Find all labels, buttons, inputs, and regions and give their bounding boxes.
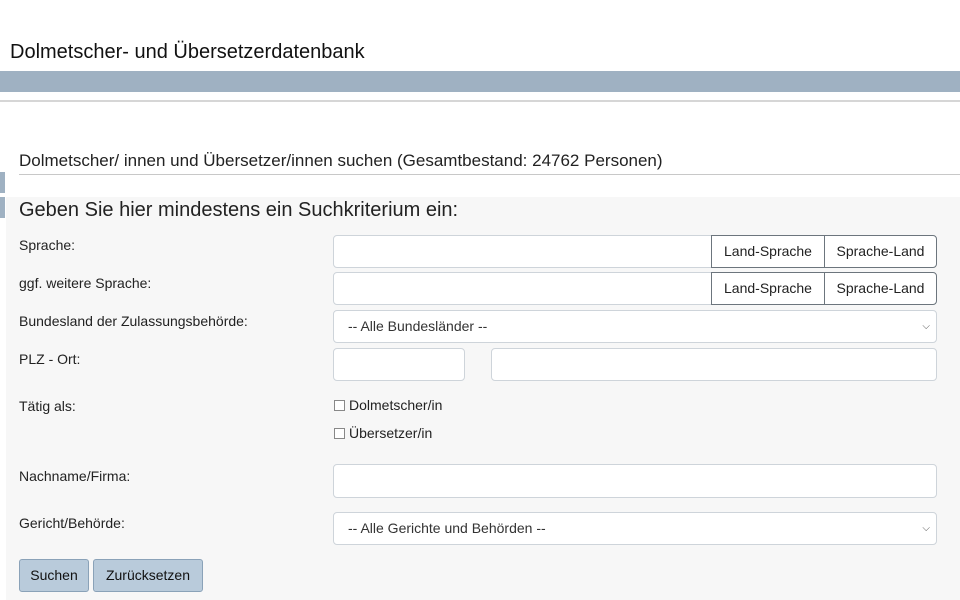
state-label: Bundesland der Zulassungsbehörde:	[19, 313, 248, 329]
language-language-country-button[interactable]: Sprache-Land	[824, 235, 937, 268]
checkbox-icon[interactable]	[334, 427, 345, 439]
language-label: Sprache:	[19, 237, 76, 253]
reset-button[interactable]: Zurücksetzen	[93, 559, 203, 592]
name-input[interactable]	[333, 464, 937, 498]
side-tab	[0, 172, 5, 193]
plz-label: PLZ - Ort:	[19, 351, 81, 367]
language-country-language-button[interactable]: Land-Sprache	[711, 235, 825, 268]
chevron-down-icon: ⌵	[922, 321, 930, 332]
city-input[interactable]	[491, 348, 937, 381]
language2-input[interactable]	[333, 272, 713, 305]
name-label: Nachname/Firma:	[19, 468, 131, 484]
panel-title: Dolmetscher/ innen und Übersetzer/innen …	[19, 151, 663, 170]
state-select-value: -- Alle Bundesländer --	[348, 318, 488, 334]
language-input[interactable]	[333, 235, 713, 268]
role-option-translator[interactable]: Übersetzer/in	[334, 425, 432, 441]
side-tab	[0, 197, 5, 218]
header-divider	[0, 100, 960, 102]
role-option-interpreter[interactable]: Dolmetscher/in	[334, 397, 442, 413]
court-select[interactable]: -- Alle Gerichte und Behörden -- ⌵	[333, 512, 937, 545]
panel-divider	[19, 174, 960, 175]
court-label: Gericht/Behörde:	[19, 515, 125, 531]
court-select-value: -- Alle Gerichte und Behörden --	[348, 520, 546, 536]
search-button[interactable]: Suchen	[19, 559, 89, 592]
language2-country-language-button[interactable]: Land-Sprache	[711, 272, 825, 305]
role-option-label: Dolmetscher/in	[349, 397, 443, 413]
app-title: Dolmetscher- und Übersetzerdatenbank	[10, 41, 365, 63]
language2-language-country-button[interactable]: Sprache-Land	[824, 272, 937, 305]
form-heading: Geben Sie hier mindestens ein Suchkriter…	[19, 199, 459, 221]
state-select[interactable]: -- Alle Bundesländer -- ⌵	[333, 310, 937, 343]
role-label: Tätig als:	[19, 398, 76, 414]
language2-label: ggf. weitere Sprache:	[19, 275, 152, 291]
checkbox-icon[interactable]	[334, 399, 345, 411]
role-option-label: Übersetzer/in	[349, 425, 433, 441]
chevron-down-icon: ⌵	[922, 523, 930, 534]
header-bar	[0, 71, 960, 92]
zip-input[interactable]	[333, 348, 465, 381]
